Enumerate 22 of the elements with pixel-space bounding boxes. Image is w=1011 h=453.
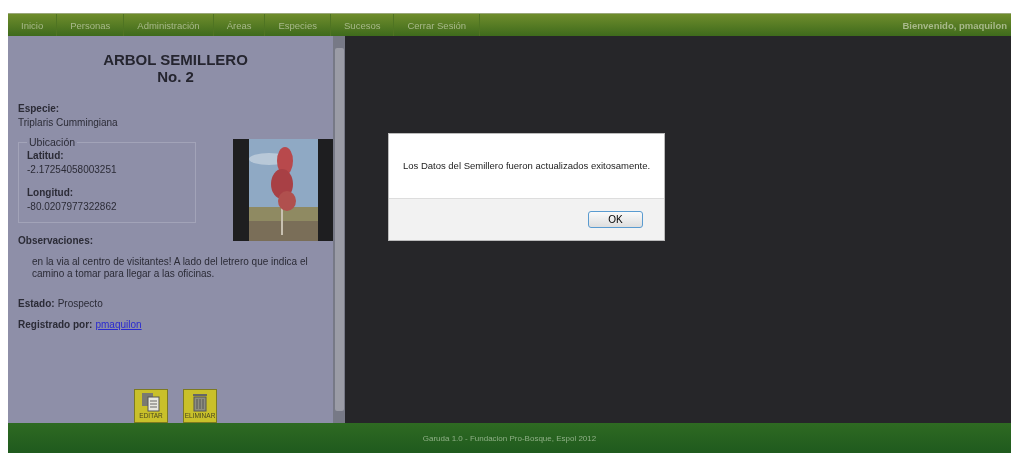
group-legend: Ubicación <box>27 136 78 148</box>
ok-button[interactable]: OK <box>588 211 643 228</box>
dialog-message: Los Datos del Semillero fueron actualizados exitosamente. <box>401 159 652 173</box>
welcome-text: Bienvenido, pmaquilon <box>902 19 1007 31</box>
field-value: -2.17254058003251 <box>27 164 118 175</box>
footer-text: Garuda 1.0 - Fundacion Pro-Bosque, Espol 2012 <box>422 433 597 443</box>
record-title: ARBOL SEMILLERO <box>103 51 248 68</box>
field-label: Especie: <box>18 103 61 114</box>
copy-icon <box>141 392 161 412</box>
field-label: Estado: <box>18 298 55 309</box>
observations-text: en la via al centro de visitantes! A lado del letrero que indica el camino a tomar para llegar a las oficinas. <box>32 256 309 280</box>
field-label: Registrado por: <box>18 319 93 330</box>
field-value: Prospecto <box>57 298 103 309</box>
field-label: Latitud: <box>27 150 65 161</box>
record-number: No. 2 <box>157 68 194 85</box>
field-value: Triplaris Cummingiana <box>18 117 119 128</box>
trash-icon <box>191 392 209 412</box>
field-label: Observaciones: <box>18 235 95 246</box>
field-value: -80.0207977322862 <box>27 201 118 212</box>
user-link[interactable]: pmaquilon <box>95 319 142 330</box>
scrollbar[interactable] <box>333 36 345 423</box>
field-label: Longitud: <box>27 187 75 198</box>
